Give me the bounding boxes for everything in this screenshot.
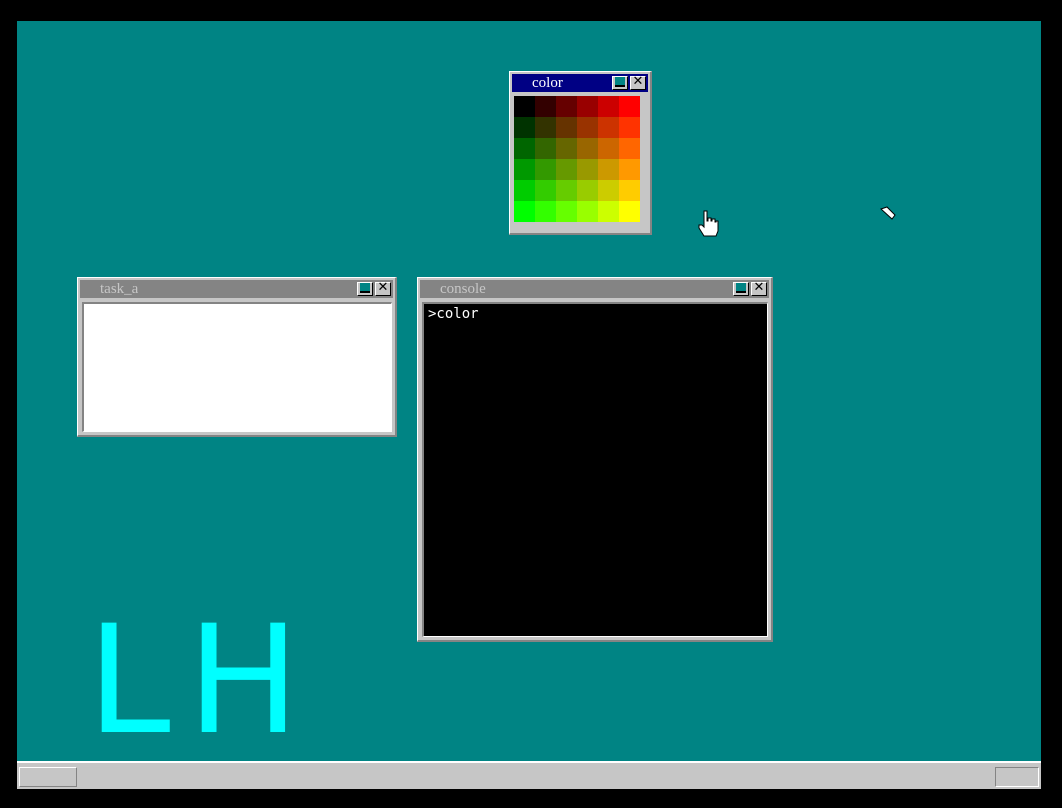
color-swatch (619, 96, 640, 117)
color-window[interactable]: color ✕ (509, 71, 652, 235)
taskbar (17, 761, 1041, 789)
color-swatch (598, 201, 619, 222)
task-a-titlebar[interactable]: task_a ✕ (80, 280, 393, 298)
color-swatch (535, 96, 556, 117)
color-swatch (535, 138, 556, 159)
color-swatch (598, 180, 619, 201)
task-a-window[interactable]: task_a ✕ (77, 277, 397, 437)
color-window-titlebar[interactable]: color ✕ (512, 74, 648, 92)
color-swatch (535, 180, 556, 201)
close-icon: ✕ (753, 280, 765, 295)
color-swatch (556, 159, 577, 180)
minimize-button[interactable] (612, 76, 628, 90)
console-titlebar[interactable]: console ✕ (420, 280, 769, 298)
color-swatch (619, 159, 640, 180)
desktop: color ✕ task_a ✕ console ✕ >color L H (17, 21, 1041, 789)
color-swatch (598, 138, 619, 159)
color-swatch (514, 201, 535, 222)
close-icon: ✕ (377, 280, 389, 295)
system-tray[interactable] (995, 767, 1039, 787)
minimize-icon (360, 283, 370, 293)
minimize-icon (736, 283, 746, 293)
color-swatch (577, 180, 598, 201)
console-window[interactable]: console ✕ >color (417, 277, 773, 642)
window-title: task_a (100, 281, 139, 297)
color-palette (514, 96, 640, 222)
arrow-cursor-icon (880, 206, 896, 220)
hand-cursor-icon (698, 210, 719, 237)
start-button[interactable] (19, 767, 77, 787)
color-swatch (619, 138, 640, 159)
console-prompt-line: >color (428, 306, 479, 322)
minimize-icon (615, 77, 625, 87)
color-swatch (598, 159, 619, 180)
minimize-button[interactable] (357, 282, 373, 296)
close-icon: ✕ (632, 74, 644, 89)
color-swatch (535, 159, 556, 180)
color-swatch (598, 96, 619, 117)
color-swatch (577, 201, 598, 222)
color-swatch (556, 117, 577, 138)
window-title: color (532, 75, 563, 91)
color-swatch (514, 159, 535, 180)
color-swatch (619, 201, 640, 222)
color-swatch (556, 138, 577, 159)
close-button[interactable]: ✕ (375, 280, 391, 296)
color-swatch (556, 201, 577, 222)
color-swatch (556, 96, 577, 117)
close-button[interactable]: ✕ (751, 280, 767, 296)
color-swatch (535, 201, 556, 222)
color-swatch (514, 138, 535, 159)
color-swatch (514, 180, 535, 201)
close-button[interactable]: ✕ (630, 74, 646, 90)
color-swatch (577, 159, 598, 180)
desktop-letter-h: H (187, 594, 300, 768)
window-title: console (440, 281, 486, 297)
color-swatch (577, 138, 598, 159)
color-swatch (619, 180, 640, 201)
color-swatch (598, 117, 619, 138)
color-swatch (514, 96, 535, 117)
color-swatch (619, 117, 640, 138)
color-swatch (556, 180, 577, 201)
color-swatch (535, 117, 556, 138)
color-swatch (577, 117, 598, 138)
color-swatch (514, 117, 535, 138)
task-a-client-area (82, 302, 392, 432)
minimize-button[interactable] (733, 282, 749, 296)
console-text-area[interactable]: >color (422, 302, 768, 637)
color-swatch (577, 96, 598, 117)
desktop-letter-l: L (87, 594, 171, 768)
